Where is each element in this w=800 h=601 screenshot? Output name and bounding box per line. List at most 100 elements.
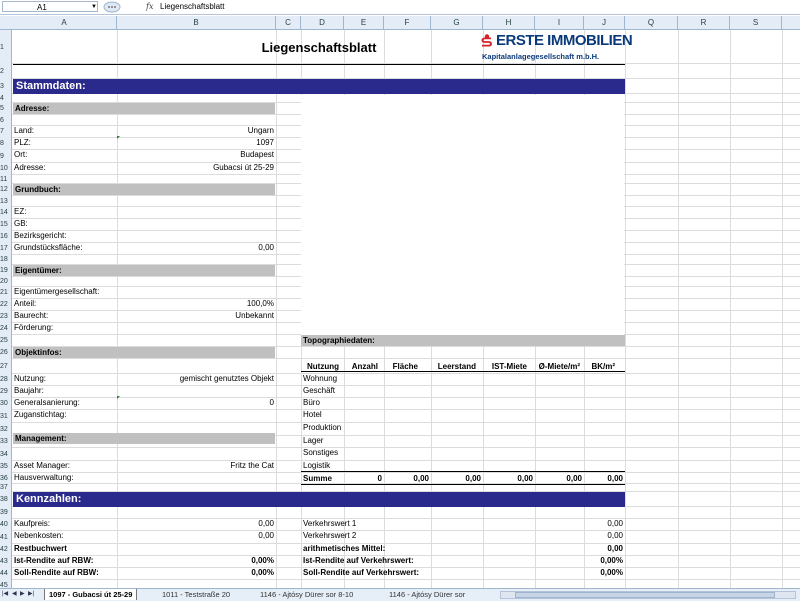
topo-header-nutzung[interactable]: Nutzung: [307, 362, 339, 371]
cell-anteil-label[interactable]: Anteil:: [14, 299, 36, 308]
row-header-43[interactable]: 43: [0, 558, 11, 566]
row-header-40[interactable]: 40: [0, 521, 11, 529]
prev-sheet-icon[interactable]: ◀: [12, 590, 17, 599]
topo-summe-bk[interactable]: 0,00: [584, 474, 623, 483]
last-sheet-icon[interactable]: ▶|: [28, 590, 34, 599]
col-header-f[interactable]: F: [384, 16, 431, 29]
topo-summe-leerstand[interactable]: 0,00: [431, 474, 481, 483]
cell-generalsanierung-value[interactable]: 0: [117, 398, 274, 407]
topo-row-geschaeft[interactable]: Geschäft: [303, 386, 335, 395]
row-header-37[interactable]: 37: [0, 484, 11, 492]
name-box[interactable]: A1 ▼: [2, 1, 98, 12]
topo-summe-flaeche[interactable]: 0,00: [384, 474, 429, 483]
row-header-17[interactable]: 17: [0, 245, 11, 253]
row-header-15[interactable]: 15: [0, 221, 11, 229]
row-header-29[interactable]: 29: [0, 388, 11, 396]
topo-header-istmiete[interactable]: IST-Miete: [483, 362, 527, 371]
cell-eigentuemerges-label[interactable]: Eigentümergesellschaft:: [14, 287, 99, 296]
row-header-11[interactable]: 11: [0, 176, 11, 184]
cell-plz-label[interactable]: PLZ:: [14, 138, 31, 147]
row-header-1[interactable]: 1: [0, 44, 11, 52]
row-header-33[interactable]: 33: [0, 438, 11, 446]
cell-zugang-label[interactable]: Zuganstichtag:: [14, 410, 66, 419]
row-header-38[interactable]: 38: [0, 496, 11, 504]
row-header-19[interactable]: 19: [0, 267, 11, 275]
row-header-32[interactable]: 32: [0, 426, 11, 434]
sheet-tab-1011[interactable]: 1011 - Teststraße 20: [158, 589, 234, 600]
cell-soll-vw-label[interactable]: Soll-Rendite auf Verkehrswert:: [303, 568, 419, 577]
col-header-s[interactable]: S: [730, 16, 782, 29]
row-header-36[interactable]: 36: [0, 475, 11, 483]
col-header-e[interactable]: E: [344, 16, 384, 29]
row-header-3[interactable]: 3: [0, 83, 11, 91]
cell-ist-rbw-label[interactable]: Ist-Rendite auf RBW:: [14, 556, 93, 565]
cell-verkehrswert2-label[interactable]: Verkehrswert 2: [303, 531, 356, 540]
row-header-5[interactable]: 5: [0, 105, 11, 113]
row-header-18[interactable]: 18: [0, 256, 11, 264]
row-header-6[interactable]: 6: [0, 117, 11, 125]
formula-content[interactable]: Liegenschaftsblatt: [160, 0, 225, 14]
row-header-9[interactable]: 9: [0, 153, 11, 161]
cell-nutzung-value[interactable]: gemischt genutztes Objekt: [117, 374, 274, 383]
cell-ist-vw-value[interactable]: 0,00%: [584, 556, 623, 565]
col-header-g[interactable]: G: [431, 16, 483, 29]
cell-adresse-label[interactable]: Adresse:: [14, 163, 46, 172]
row-header-42[interactable]: 42: [0, 546, 11, 554]
col-header-j[interactable]: J: [584, 16, 625, 29]
topo-summe-label[interactable]: Summe: [303, 474, 332, 483]
cell-soll-vw-value[interactable]: 0,00%: [584, 568, 623, 577]
cell-ort-value[interactable]: Budapest: [117, 150, 274, 159]
cell-nebenkosten-value[interactable]: 0,00: [117, 531, 274, 540]
cell-flaeche-value[interactable]: 0,00: [117, 243, 274, 252]
chevron-down-icon[interactable]: ▼: [91, 2, 97, 13]
cell-anteil-value[interactable]: 100,0%: [117, 299, 274, 308]
scrollbar-thumb[interactable]: [515, 592, 775, 598]
topo-header-flaeche[interactable]: Fläche: [384, 362, 418, 371]
topo-header-anzahl[interactable]: Anzahl: [344, 362, 378, 371]
cell-hausverwaltung-label[interactable]: Hausverwaltung:: [14, 473, 74, 482]
row-header-27[interactable]: 27: [0, 363, 11, 371]
col-header-i[interactable]: I: [535, 16, 584, 29]
topo-row-hotel[interactable]: Hotel: [303, 410, 322, 419]
topo-header-durchschnittsmiete[interactable]: Ø-Miete/m²: [535, 362, 580, 371]
cell-nutzung-label[interactable]: Nutzung:: [14, 374, 46, 383]
row-header-30[interactable]: 30: [0, 400, 11, 408]
cell-flaeche-label[interactable]: Grundstücksfläche:: [14, 243, 82, 252]
cell-verkehrswert1-label[interactable]: Verkehrswert 1: [303, 519, 356, 528]
topo-row-buero[interactable]: Büro: [303, 398, 320, 407]
topo-row-sonstiges[interactable]: Sonstiges: [303, 448, 338, 457]
col-header-r[interactable]: R: [678, 16, 730, 29]
cell-verkehrswert1-value[interactable]: 0,00: [584, 519, 623, 528]
topo-header-leerstand[interactable]: Leerstand: [431, 362, 476, 371]
cell-kaufpreis-label[interactable]: Kaufpreis:: [14, 519, 50, 528]
topo-summe-istmiete[interactable]: 0,00: [483, 474, 533, 483]
topo-row-wohnung[interactable]: Wohnung: [303, 374, 337, 383]
cell-verkehrswert2-value[interactable]: 0,00: [584, 531, 623, 540]
cell-plz-value[interactable]: 1097: [117, 138, 274, 147]
topo-header-bk[interactable]: BK/m²: [584, 362, 615, 371]
cell-baurecht-value[interactable]: Unbekannt: [117, 311, 274, 320]
col-header-h[interactable]: H: [483, 16, 535, 29]
row-header-41[interactable]: 41: [0, 534, 11, 542]
cell-gb-label[interactable]: GB:: [14, 219, 28, 228]
cell-restbuchwert-label[interactable]: Restbuchwert: [14, 544, 67, 553]
sheet-tab-1146-b[interactable]: 1146 - Ajtósy Dürer sor: [385, 589, 493, 600]
cell-ez-label[interactable]: EZ:: [14, 207, 26, 216]
topo-summe-durchschnittsmiete[interactable]: 0,00: [535, 474, 582, 483]
cell-soll-rbw-value[interactable]: 0,00%: [117, 568, 274, 577]
topo-row-produktion[interactable]: Produktion: [303, 423, 341, 432]
fx-icon[interactable]: fx: [146, 0, 153, 14]
row-header-39[interactable]: 39: [0, 509, 11, 517]
cell-soll-rbw-label[interactable]: Soll-Rendite auf RBW:: [14, 568, 99, 577]
row-header-44[interactable]: 44: [0, 570, 11, 578]
row-header-25[interactable]: 25: [0, 337, 11, 345]
row-header-4[interactable]: 4: [0, 95, 11, 103]
row-header-2[interactable]: 2: [0, 68, 11, 76]
cell-ist-vw-label[interactable]: Ist-Rendite auf Verkehrswert:: [303, 556, 414, 565]
col-header-c[interactable]: C: [276, 16, 301, 29]
row-header-21[interactable]: 21: [0, 289, 11, 297]
cell-land-value[interactable]: Ungarn: [117, 126, 274, 135]
row-header-35[interactable]: 35: [0, 463, 11, 471]
row-header-28[interactable]: 28: [0, 376, 11, 384]
cell-baurecht-label[interactable]: Baurecht:: [14, 311, 48, 320]
